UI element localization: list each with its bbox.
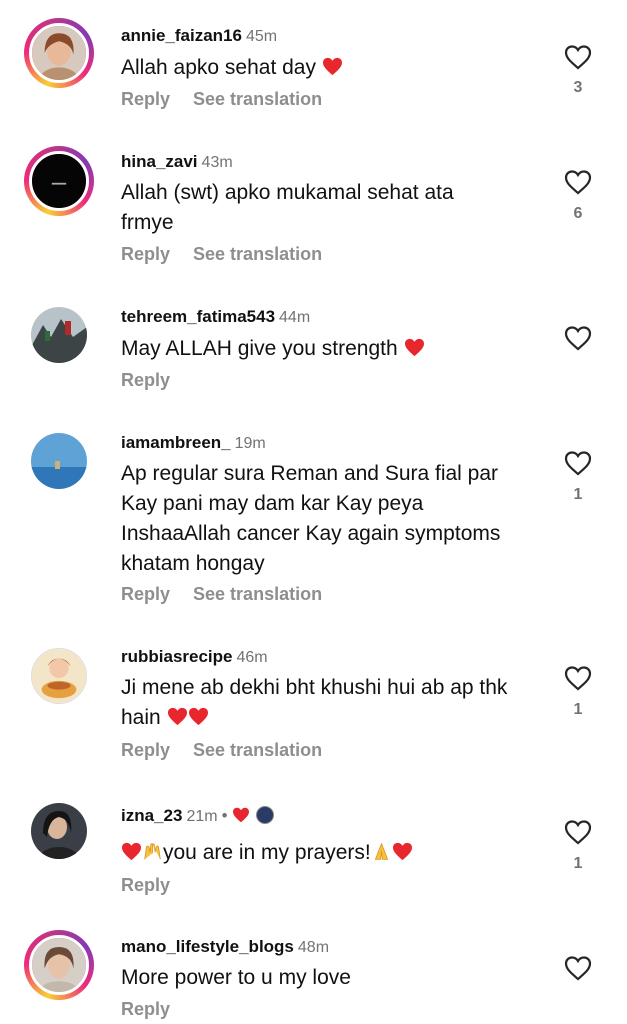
like-button[interactable]: [564, 44, 592, 70]
timestamp: 44m: [279, 309, 311, 326]
red-heart-emoji: [322, 57, 342, 76]
reply-button[interactable]: Reply: [121, 89, 170, 109]
user-photo: [32, 649, 86, 703]
see-translation-link[interactable]: See translation: [193, 89, 322, 109]
heart-outline-icon: [564, 326, 592, 351]
username[interactable]: mano_lifestyle_blogs: [121, 937, 294, 956]
timestamp: 19m: [234, 435, 266, 452]
heart-outline-icon: [564, 666, 592, 691]
red-heart-emoji: [167, 707, 187, 726]
reply-button[interactable]: Reply: [121, 584, 170, 604]
like-count: 6: [573, 205, 583, 222]
like-button[interactable]: [564, 955, 592, 981]
comment-text: May ALLAH give you strength: [121, 337, 398, 360]
red-heart-emoji: [188, 707, 208, 726]
reply-button[interactable]: Reply: [121, 370, 170, 390]
comment-text: you are in my prayers!: [163, 841, 371, 864]
reply-button[interactable]: Reply: [121, 875, 170, 895]
like-count: 1: [573, 486, 583, 503]
timestamp: 45m: [245, 28, 278, 45]
red-heart-emoji: [122, 842, 141, 861]
heart-outline-icon: [564, 820, 592, 845]
like-button[interactable]: [564, 169, 592, 195]
folded-hands-emoji: [374, 842, 388, 860]
username[interactable]: rubbiasrecipe: [121, 647, 233, 666]
user-photo: [32, 938, 86, 992]
like-count: 1: [573, 701, 583, 718]
username[interactable]: iamambreen_: [121, 433, 231, 452]
see-translation-link[interactable]: See translation: [193, 584, 322, 604]
comment-text: More power to u my love: [121, 966, 351, 989]
timestamp: 46m: [236, 649, 268, 666]
see-translation-link[interactable]: See translation: [193, 740, 322, 760]
like-button[interactable]: [564, 450, 592, 476]
reply-button[interactable]: Reply: [121, 999, 170, 1019]
see-translation-link[interactable]: See translation: [193, 244, 322, 264]
story-avatar[interactable]: [24, 930, 94, 1000]
comment-text: Allah (swt) apko mukamal sehat ata frmye: [121, 181, 454, 234]
timestamp: 43m: [201, 154, 233, 171]
like-count: 1: [573, 855, 583, 872]
raised-hands-emoji: [144, 843, 161, 860]
reply-button[interactable]: Reply: [121, 740, 170, 760]
creator-avatar: [255, 806, 274, 824]
separator-dot: •: [221, 806, 228, 825]
comment-text: Ap regular sura Reman and Sura fial par …: [121, 462, 501, 575]
heart-outline-icon: [564, 956, 592, 981]
avatar[interactable]: [24, 641, 94, 711]
red-heart-emoji: [404, 338, 424, 357]
timestamp: 21m: [186, 808, 218, 825]
reply-button[interactable]: Reply: [121, 244, 170, 264]
red-heart-emoji: [392, 842, 412, 861]
timestamp: 48m: [297, 939, 330, 956]
like-button[interactable]: [564, 325, 592, 351]
username[interactable]: izna_23: [121, 806, 182, 825]
story-avatar[interactable]: [24, 146, 94, 216]
like-button[interactable]: [564, 819, 592, 845]
comment-text: Allah apko sehat day: [121, 56, 316, 79]
heart-outline-icon: [564, 170, 592, 195]
creator-liked-heart-icon: [232, 807, 249, 823]
user-photo: [32, 26, 86, 80]
user-photo: [31, 307, 87, 363]
user-photo: [31, 433, 87, 489]
user-photo: [32, 154, 86, 208]
heart-outline-icon: [564, 451, 592, 476]
avatar[interactable]: [24, 796, 94, 866]
story-avatar[interactable]: [24, 18, 94, 88]
like-button[interactable]: [564, 665, 592, 691]
username[interactable]: tehreem_fatima543: [121, 307, 275, 326]
user-photo: [31, 803, 87, 859]
username[interactable]: hina_zavi: [121, 152, 198, 171]
heart-outline-icon: [564, 45, 592, 70]
avatar[interactable]: [24, 426, 94, 496]
username[interactable]: annie_faizan16: [121, 26, 242, 45]
avatar[interactable]: [24, 300, 94, 370]
like-count: 3: [573, 79, 583, 96]
